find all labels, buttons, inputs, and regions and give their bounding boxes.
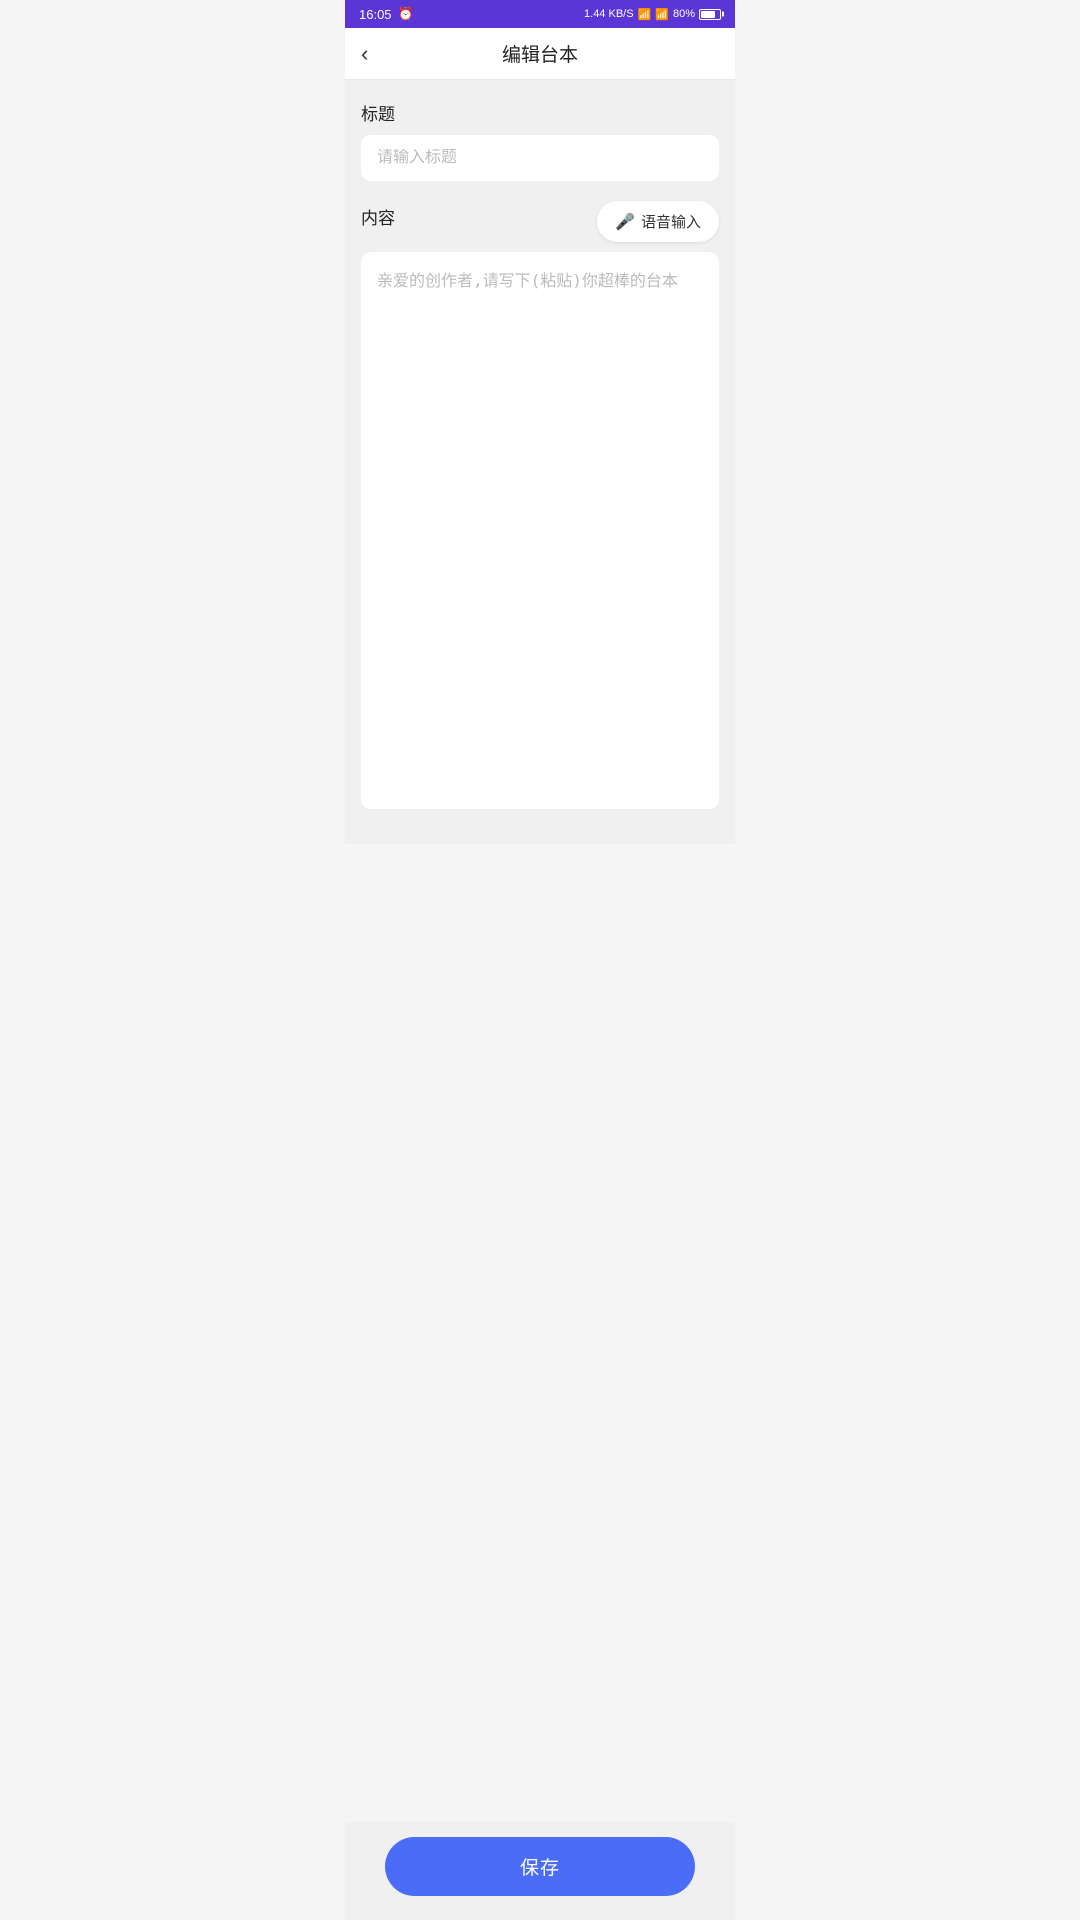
title-input-wrapper [361,135,719,181]
signal-icon: 📶 [655,8,669,21]
content-section: 内容 🎤 语音输入 [361,201,719,809]
nav-bar: ‹ 编辑台本 [345,28,735,80]
battery-icon [699,9,721,20]
status-left: 16:05 ⏰ [359,6,414,22]
save-area: 保存 [345,1821,735,1920]
save-button[interactable]: 保存 [385,1837,695,1896]
content-textarea[interactable] [377,268,703,788]
time-display: 16:05 [359,7,392,22]
status-right: 1.44 KB/S 📶 📶 80% [584,8,721,21]
voice-input-label: 语音输入 [641,211,701,232]
microphone-icon: 🎤 [615,212,635,232]
title-section: 标题 [361,100,719,201]
content-label: 内容 [361,204,395,229]
voice-input-button[interactable]: 🎤 语音输入 [597,201,719,242]
title-input[interactable] [377,149,703,167]
wifi-icon: 📶 [638,8,652,21]
title-label: 标题 [361,100,719,125]
status-bar: 16:05 ⏰ 1.44 KB/S 📶 📶 80% [345,0,735,28]
content-textarea-wrapper [361,252,719,809]
speed-display: 1.44 KB/S [584,8,634,20]
alarm-icon: ⏰ [398,6,414,22]
back-icon: ‹ [361,41,368,67]
back-button[interactable]: ‹ [361,41,368,67]
battery-percent: 80% [673,8,695,20]
page-title: 编辑台本 [502,40,578,67]
content-section-header: 内容 🎤 语音输入 [361,201,719,242]
main-content: 标题 内容 🎤 语音输入 [345,80,735,844]
